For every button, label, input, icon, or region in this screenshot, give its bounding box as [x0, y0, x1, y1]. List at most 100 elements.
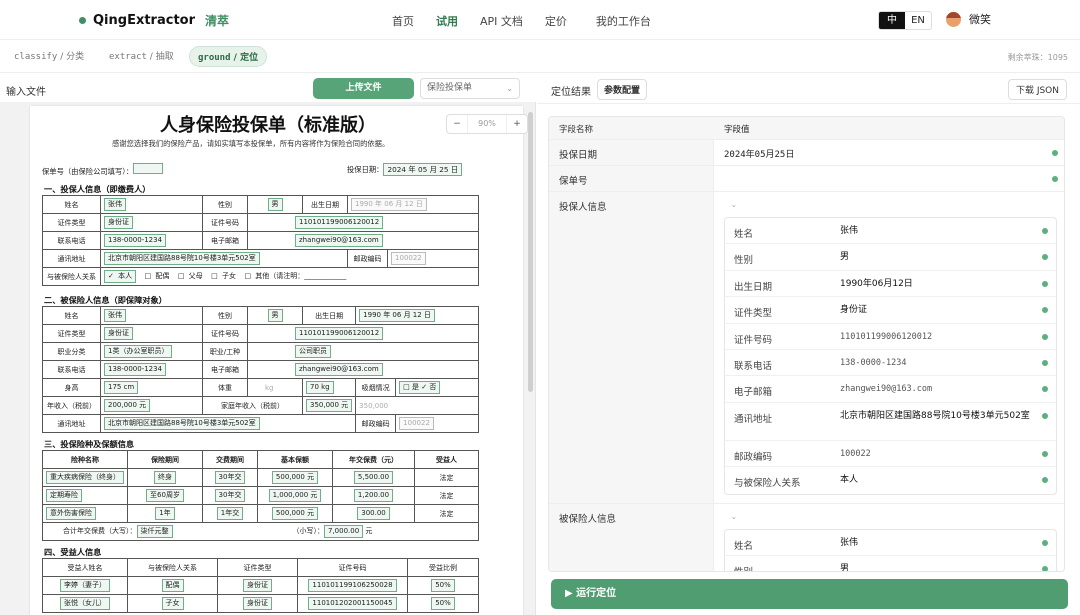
config-button[interactable]: 参数配置	[597, 79, 648, 100]
run-grounding-button[interactable]: ▶ 运行定位	[551, 579, 1068, 609]
collapse-caret-icon[interactable]: ⌄	[731, 201, 737, 209]
input-panel-title: 输入文件	[6, 87, 46, 98]
document-scrollbar[interactable]	[528, 112, 533, 392]
nav-trial[interactable]: 试用	[436, 13, 458, 29]
hl-total-cn: 柒仟元整	[136, 525, 173, 538]
hl-cell: 至60周岁	[146, 489, 184, 502]
cell: 姓名	[42, 306, 101, 325]
download-json-button[interactable]: 下载 JSON	[1007, 79, 1067, 100]
hl-birth: 1990 年 06 月 12 日	[359, 309, 435, 322]
cell: kg	[247, 378, 303, 397]
hl-cell: 身份证	[243, 597, 272, 610]
input-panel-header: 输入文件 上传文件 保险投保单 ⌄	[0, 74, 536, 102]
hl-addr: 北京市朝阳区建国路88号院10号楼3单元502室	[104, 252, 260, 265]
sub-value: 1990年06月12日	[840, 278, 913, 289]
sub-row[interactable]: 证件类型 身份证	[725, 297, 1056, 324]
cell: 100022	[387, 249, 479, 268]
sub-row[interactable]: 通讯地址 北京市朝阳区建国路88号院10号楼3单元502室	[725, 403, 1056, 441]
result-row-date[interactable]: 投保日期 2024年05月25日	[549, 140, 1064, 166]
document-viewer[interactable]: 人身保险投保单（标准版） 感谢您选择我们的保险产品，请如实填写本投保单，所有内容…	[0, 102, 536, 615]
hl-idtype: 身份证	[104, 216, 133, 229]
hl-idnum: 110101199006120012	[295, 216, 384, 229]
lang-en-button[interactable]: EN	[905, 12, 931, 29]
sub-row[interactable]: 出生日期 1990年06月12日	[725, 271, 1056, 298]
zoom-in-button[interactable]: +	[507, 115, 527, 133]
mode-extract[interactable]: extract / 抽取	[109, 49, 174, 62]
cell: 性别	[202, 195, 248, 214]
insured-table: 姓名 张伟 性别 男 出生日期 1990 年 06 月 12 日 证件类型 身份证 证件号码 1…	[42, 306, 479, 433]
sub-row[interactable]: 电子邮箱 zhangwei90@163.com	[725, 376, 1056, 403]
cell: 吸烟情况	[355, 378, 397, 397]
cell: 重大疾病保险（终身）	[42, 468, 128, 487]
hl-cell: 500,000 元	[271, 507, 319, 520]
cell: 200,000 元	[100, 396, 203, 415]
status-dot-icon	[1042, 254, 1048, 261]
cell: 与被保险人关系	[42, 267, 101, 286]
sub-key: 证件号码	[734, 334, 773, 346]
status-dot-icon	[1042, 228, 1048, 234]
hl-cell: 500,000 元	[271, 471, 319, 484]
date-value: 2024 年 05 月 25 日	[383, 163, 463, 176]
status-dot-icon	[1042, 386, 1048, 393]
nav-home[interactable]: 首页	[392, 13, 414, 29]
mode-ground[interactable]: ground / 定位	[189, 46, 268, 67]
cell: 法定	[414, 504, 479, 523]
holder-table: 姓名 张伟 性别 男 出生日期 1990 年 06 月 12 日 证件类型 身份证 证件号码 1…	[42, 195, 479, 286]
mode-ground-cn: / 定位	[230, 53, 259, 63]
rel-opt: □ 子女	[211, 272, 236, 280]
sub-row[interactable]: 证件号码 110101199006120012	[725, 324, 1056, 350]
hl-cell: 终身	[154, 471, 176, 484]
sub-row[interactable]: 与被保险人关系 本人	[725, 467, 1056, 493]
cell: 张伟	[100, 195, 203, 214]
result-table: 字段名称 字段值 投保日期 2024年05月25日 保单号 投保人信息 ⌄ 姓名…	[548, 116, 1065, 572]
sub-row[interactable]: 联系电话 138-0000-1234	[725, 350, 1056, 377]
status-dot-icon	[1042, 280, 1048, 287]
cell: 子女	[127, 594, 218, 613]
sub-row[interactable]: 姓名 张伟	[725, 218, 1056, 245]
hl-sex: 男	[267, 309, 283, 322]
sub-row[interactable]: 性别 男	[725, 556, 1056, 571]
mode-classify[interactable]: classify / 分类	[14, 49, 84, 62]
mode-classify-label: classify	[14, 52, 58, 62]
result-row-policy[interactable]: 保单号	[549, 166, 1064, 192]
cell: 110101199006120012	[247, 213, 479, 232]
table-row: 李婷（妻子） 配偶 身份证 110101199106250028 50%	[42, 576, 479, 595]
hl-cell: 意外伤害保险	[46, 507, 96, 520]
doc-type-select[interactable]: 保险投保单 ⌄	[420, 78, 520, 99]
cell: 出生日期	[302, 195, 348, 214]
policy-number-box	[133, 163, 164, 174]
sub-row[interactable]: 邮政编码 100022	[725, 441, 1056, 468]
cell: 175 cm	[100, 378, 203, 397]
nav-pricing[interactable]: 定价	[545, 13, 567, 29]
user-menu[interactable]: 微笑	[946, 11, 991, 27]
mode-bar: classify / 分类 extract / 抽取 ground / 定位 剩…	[0, 41, 1080, 73]
nav-api-docs[interactable]: API 文档	[480, 13, 523, 29]
upload-file-button[interactable]: 上传文件	[313, 78, 414, 99]
table-row: 张悦（女儿） 子女 身份证 110101202001150045 50%	[42, 594, 479, 613]
cell: 1990 年 06 月 12 日	[347, 195, 479, 214]
brand-logo[interactable]: QingExtractor 清萃	[79, 12, 229, 29]
zoom-out-button[interactable]: −	[447, 115, 467, 133]
hl-cell: 110101202001150045	[308, 597, 397, 610]
cell: 138-0000-1234	[100, 231, 203, 250]
cell: 张悦（女儿）	[42, 594, 128, 613]
zoom-control: − 90% +	[446, 114, 528, 134]
cell: 出生日期	[301, 306, 357, 325]
cell: 张伟	[100, 306, 203, 325]
weight-unit: kg	[265, 383, 274, 392]
field-key: 投保日期	[559, 150, 598, 161]
sub-row[interactable]: 姓名 张伟	[725, 530, 1056, 557]
sub-row[interactable]: 性别 男	[725, 244, 1056, 271]
collapse-caret-icon[interactable]: ⌄	[731, 513, 737, 521]
lang-zh-button[interactable]: 中	[879, 12, 905, 29]
cell: 证件号码	[202, 213, 248, 232]
cell: 身份证	[100, 213, 203, 232]
cell: zhangwei90@163.com	[247, 360, 479, 379]
user-name: 微笑	[969, 13, 991, 26]
cell: 70 kg	[301, 378, 357, 397]
cell: 职业分类	[42, 342, 101, 361]
nav-workspace[interactable]: 我的工作台	[596, 13, 651, 29]
cell: □ 是 ✓ 否	[395, 378, 479, 397]
cell: 配偶	[127, 576, 218, 595]
date-row: 投保日期： 2024 年 05 月 25 日	[347, 163, 463, 176]
